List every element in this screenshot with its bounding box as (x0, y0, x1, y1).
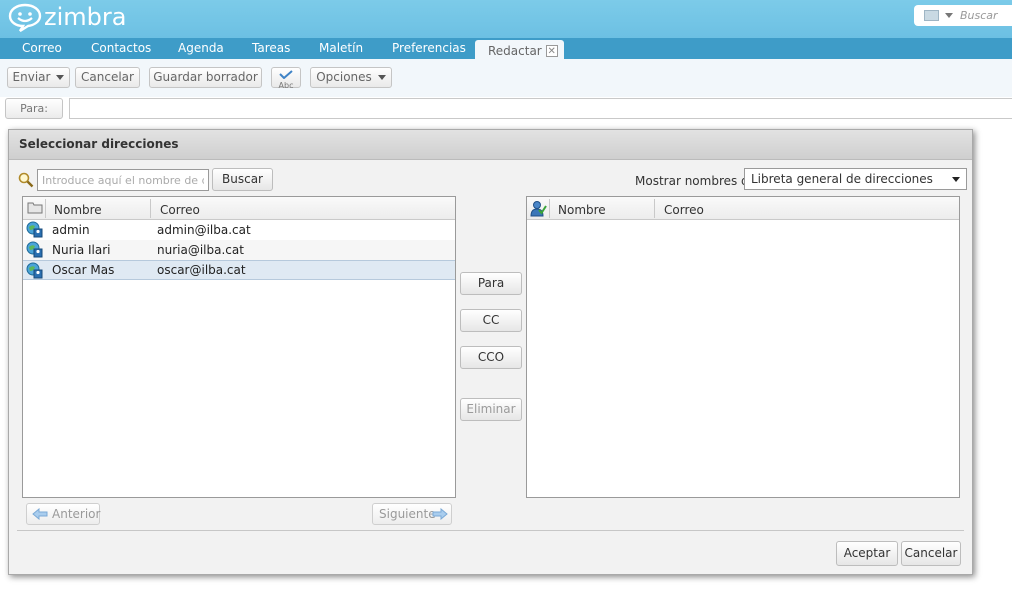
spellcheck-label: Abc (278, 81, 294, 90)
contact-email: admin@ilba.cat (157, 223, 251, 237)
arrow-right-icon (432, 508, 448, 520)
add-cc-button[interactable]: CC (460, 309, 522, 332)
arrow-left-icon (32, 508, 48, 520)
contacts-list-header: Nombre Correo (23, 197, 455, 220)
tab-preferencias[interactable]: Preferencias (392, 41, 466, 55)
dialog-divider (17, 530, 964, 531)
contacts-list: Nombre Correo admin admin@ilba.cat Nuria… (22, 196, 456, 498)
save-draft-button[interactable]: Guardar borrador (149, 67, 262, 88)
selected-recipients-list: Nombre Correo (526, 196, 960, 498)
tab-correo[interactable]: Correo (22, 41, 62, 55)
column-email[interactable]: Correo (160, 203, 200, 217)
dialog-titlebar[interactable]: Seleccionar direcciones (9, 130, 972, 160)
tab-contactos[interactable]: Contactos (91, 41, 151, 55)
column-name[interactable]: Nombre (558, 203, 606, 217)
address-book-value: Libreta general de direcciones (751, 172, 933, 186)
contact-name: Nuria Ilari (52, 243, 111, 257)
app-tabs: Correo Contactos Agenda Tareas Maletín P… (0, 38, 1012, 59)
add-to-button[interactable]: Para (460, 272, 522, 295)
previous-button[interactable]: Anterior (26, 503, 100, 525)
contact-row[interactable]: Nuria Ilari nuria@ilba.cat (23, 240, 455, 260)
column-name[interactable]: Nombre (54, 203, 102, 217)
search-button[interactable]: Buscar (212, 168, 273, 191)
send-label: Enviar (12, 70, 51, 84)
cancel-button[interactable]: Cancelar (75, 67, 140, 88)
options-label: Opciones (316, 70, 372, 84)
contact-name: admin (52, 223, 90, 237)
tab-redactar-label: Redactar (488, 44, 542, 58)
zimbra-logo[interactable]: zimbra (8, 2, 126, 32)
spellcheck-button[interactable]: Abc (271, 67, 301, 90)
column-separator (654, 199, 655, 218)
add-bcc-button[interactable]: CCO (460, 346, 522, 369)
search-placeholder[interactable]: Buscar (960, 9, 998, 22)
next-label: Siguiente (379, 507, 436, 521)
search-icon (18, 172, 34, 188)
envelope-icon[interactable] (924, 10, 939, 21)
previous-label: Anterior (52, 507, 101, 521)
tab-tareas[interactable]: Tareas (252, 41, 290, 55)
contact-row[interactable]: admin admin@ilba.cat (23, 220, 455, 240)
folder-icon (27, 202, 43, 214)
compose-toolbar: Enviar Cancelar Guardar borrador Abc Opc… (0, 59, 1012, 98)
chevron-down-icon[interactable] (952, 177, 960, 182)
tab-agenda[interactable]: Agenda (178, 41, 224, 55)
contact-row-selected[interactable]: Oscar Mas oscar@ilba.cat (23, 260, 455, 280)
contact-icon (26, 221, 43, 238)
tab-maletin[interactable]: Maletín (319, 41, 363, 55)
column-separator (150, 199, 151, 218)
contact-icon (26, 262, 43, 279)
tab-redactar[interactable]: Redactar ✕ (475, 40, 564, 59)
global-search[interactable]: Buscar (914, 5, 1012, 26)
column-email[interactable]: Correo (664, 203, 704, 217)
contact-email: oscar@ilba.cat (157, 263, 246, 277)
dialog-cancel-button[interactable]: Cancelar (901, 541, 961, 566)
to-field-button[interactable]: Para: (5, 98, 63, 119)
chevron-down-icon[interactable] (377, 75, 386, 80)
app-header: zimbra Buscar (0, 0, 1012, 38)
person-check-icon (530, 201, 547, 217)
contact-email: nuria@ilba.cat (157, 243, 244, 257)
logo-text: zimbra (44, 3, 127, 31)
contact-icon (26, 241, 43, 258)
to-field-input[interactable] (69, 98, 1012, 119)
send-button[interactable]: Enviar (7, 67, 70, 88)
column-separator (549, 199, 550, 218)
chevron-down-icon[interactable] (945, 13, 953, 18)
recipient-search-input[interactable] (37, 169, 209, 191)
recipients-list-header: Nombre Correo (527, 197, 959, 220)
show-names-label: Mostrar nombres de: (635, 174, 761, 188)
chevron-down-icon[interactable] (56, 75, 65, 80)
select-addresses-dialog: Seleccionar direcciones Buscar Mostrar n… (8, 129, 973, 575)
next-button[interactable]: Siguiente (372, 503, 452, 525)
column-separator (45, 199, 46, 218)
close-icon[interactable]: ✕ (545, 45, 558, 57)
remove-button[interactable]: Eliminar (460, 398, 522, 421)
ok-button[interactable]: Aceptar (836, 541, 898, 566)
zimbra-logo-icon (8, 3, 42, 32)
checkmark-icon (279, 70, 293, 79)
address-book-select[interactable]: Libreta general de direcciones (744, 168, 967, 190)
dialog-title: Seleccionar direcciones (19, 137, 179, 151)
options-button[interactable]: Opciones (310, 67, 392, 88)
contact-name: Oscar Mas (52, 263, 115, 277)
